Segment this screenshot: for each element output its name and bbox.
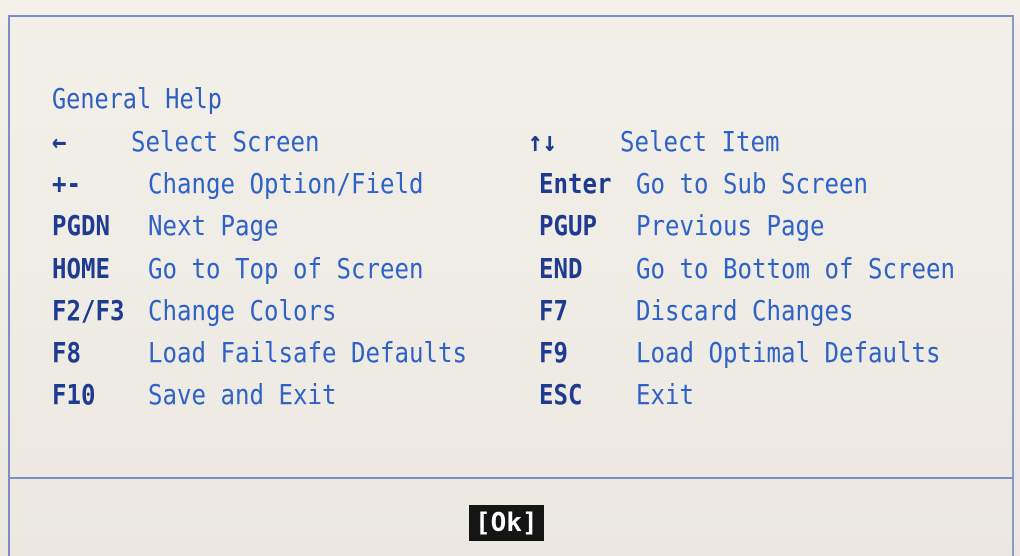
key-change-option: +-	[52, 167, 81, 200]
key-pgup: PGUP	[539, 209, 597, 242]
desc-change-colors: Change Colors	[148, 294, 337, 327]
key-enter: Enter	[539, 167, 612, 200]
key-select-screen: ←	[52, 125, 67, 158]
desc-select-item: Select Item	[620, 125, 780, 158]
desc-select-screen: Select Screen	[131, 125, 320, 158]
key-f10: F10	[52, 378, 96, 411]
desc-load-optimal-defaults: Load Optimal Defaults	[636, 336, 941, 369]
desc-go-to-bottom: Go to Bottom of Screen	[636, 252, 955, 285]
key-end: END	[539, 252, 583, 285]
desc-go-to-top: Go to Top of Screen	[148, 252, 424, 285]
desc-load-failsafe-defaults: Load Failsafe Defaults	[148, 336, 467, 369]
ok-button[interactable]: [Ok]	[469, 505, 544, 541]
desc-discard-changes: Discard Changes	[636, 294, 854, 327]
key-home: HOME	[52, 252, 110, 285]
dialog-divider	[8, 477, 1014, 479]
bios-screen: General Help ← Select Screen ↑↓ Select I…	[0, 0, 1020, 556]
key-f7: F7	[539, 294, 568, 327]
key-select-item: ↑↓	[528, 125, 557, 158]
key-f2-f3: F2/F3	[52, 294, 125, 327]
desc-save-and-exit: Save and Exit	[148, 378, 337, 411]
dialog-title: General Help	[52, 82, 222, 115]
desc-previous-page: Previous Page	[636, 209, 825, 242]
key-pgdn: PGDN	[52, 209, 110, 242]
desc-go-to-sub-screen: Go to Sub Screen	[636, 167, 868, 200]
desc-change-option: Change Option/Field	[148, 167, 424, 200]
desc-exit: Exit	[636, 378, 694, 411]
key-esc: ESC	[539, 378, 583, 411]
key-f8: F8	[52, 336, 81, 369]
key-f9: F9	[539, 336, 568, 369]
desc-next-page: Next Page	[148, 209, 279, 242]
